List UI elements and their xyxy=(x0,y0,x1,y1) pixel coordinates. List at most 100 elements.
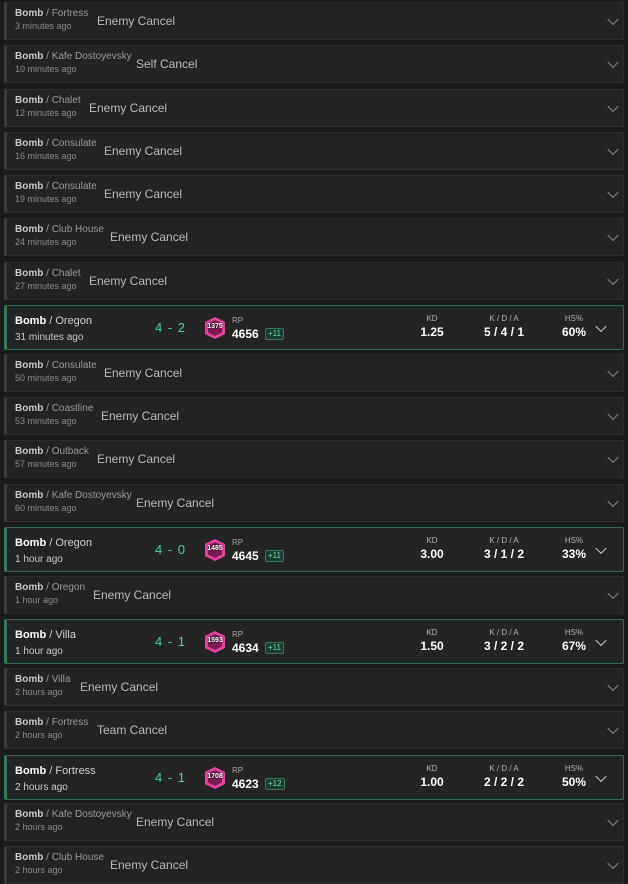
chevron-down-icon[interactable] xyxy=(607,679,619,692)
game-mode: Bomb xyxy=(15,629,47,641)
match-info: Bomb / Club House 24 minutes ago xyxy=(15,224,104,247)
rp-delta-badge: +11 xyxy=(265,550,284,562)
game-mode: Bomb xyxy=(15,181,44,192)
hs-stat: HS% 67% xyxy=(554,628,594,653)
match-row-cancelled[interactable]: Bomb / Club House 2 hours ago Enemy Cancel xyxy=(4,846,624,884)
match-row-cancelled[interactable]: Bomb / Fortress 2 hours ago Team Cancel xyxy=(4,711,624,749)
match-info: Bomb / Kafe Dostoyevsky 10 minutes ago xyxy=(15,51,132,74)
match-row-cancelled[interactable]: Bomb / Kafe Dostoyevsky 2 hours ago Enemy … xyxy=(4,803,624,841)
match-mode-map: Bomb / Outback xyxy=(15,446,89,457)
chevron-down-icon[interactable] xyxy=(607,273,619,286)
match-status: Enemy Cancel xyxy=(101,409,180,423)
rank-emblem-icon: 1485 xyxy=(204,538,226,562)
match-row-cancelled[interactable]: Bomb / Kafe Dostoyevsky 60 minutes ago Ene… xyxy=(4,484,624,522)
match-row-win[interactable]: Bomb / Oregon 1 hour ago 4 - 0 1485 RP 4645 +1… xyxy=(4,527,624,572)
match-mode-map: Bomb / Villa xyxy=(15,674,70,685)
map-name: Oregon xyxy=(55,537,93,549)
chevron-down-icon[interactable] xyxy=(607,13,619,26)
match-row-cancelled[interactable]: Bomb / Consulate 19 minutes ago Enemy Canc… xyxy=(4,175,624,213)
match-row-win[interactable]: Bomb / Oregon 31 minutes ago 4 - 2 1375 RP 46… xyxy=(4,305,624,350)
match-row-cancelled[interactable]: Bomb / Fortress 3 minutes ago Enemy Cancel xyxy=(4,2,624,40)
match-row-cancelled[interactable]: Bomb / Chalet 12 minutes ago Enemy Cancel xyxy=(4,89,624,127)
rank-badge-number: 1708 xyxy=(207,773,223,780)
match-mode-map: Bomb / Consulate xyxy=(15,181,97,192)
chevron-down-icon[interactable] xyxy=(595,320,607,332)
kda-stat-label: K / D / A xyxy=(489,764,519,773)
match-info: Bomb / Oregon 1 hour ago xyxy=(15,537,92,565)
map-name: Chalet xyxy=(51,268,81,279)
match-info: Bomb / Oregon 31 minutes ago xyxy=(15,315,92,343)
hs-stat: HS% 60% xyxy=(554,314,594,339)
match-row-cancelled[interactable]: Bomb / Chalet 27 minutes ago Enemy Cancel xyxy=(4,262,624,300)
chevron-down-icon[interactable] xyxy=(607,229,619,242)
match-row-cancelled[interactable]: Bomb / Consulate 50 minutes ago Enemy Canc… xyxy=(4,354,624,392)
match-row-cancelled[interactable]: Bomb / Kafe Dostoyevsky 10 minutes ago Sel… xyxy=(4,45,624,83)
rp-delta-badge: +12 xyxy=(265,778,285,790)
kda-stat-value: 2 / 2 / 2 xyxy=(483,775,525,789)
match-time: 1 hour ago xyxy=(15,646,63,657)
chevron-down-icon[interactable] xyxy=(595,634,607,646)
match-row-cancelled[interactable]: Bomb / Outback 57 minutes ago Enemy Cancel xyxy=(4,440,624,478)
match-row-cancelled[interactable]: Bomb / Consulate 16 minutes ago Enemy Canc… xyxy=(4,132,624,170)
hs-stat-label: HS% xyxy=(564,536,584,545)
map-name: Consulate xyxy=(51,181,97,192)
match-status: Enemy Cancel xyxy=(136,815,215,829)
map-name: Consulate xyxy=(51,138,97,149)
match-row-cancelled[interactable]: Bomb / Coastline 53 minutes ago Enemy Canc… xyxy=(4,397,624,435)
match-mode-map: Bomb / Kafe Dostoyevsky xyxy=(15,809,132,820)
match-mode-map: Bomb / Club House xyxy=(15,224,104,235)
match-mode-map: Bomb / Consulate xyxy=(15,138,97,149)
chevron-down-icon[interactable] xyxy=(595,770,607,782)
match-row-cancelled[interactable]: Bomb / Club House 24 minutes ago Enemy Can… xyxy=(4,218,624,256)
map-name: Villa xyxy=(51,674,71,685)
match-row-win[interactable]: Bomb / Villa 1 hour ago 4 - 1 1593 RP 4634 +11… xyxy=(4,619,624,664)
match-time: 12 minutes ago xyxy=(15,108,77,118)
game-mode: Bomb xyxy=(15,360,44,371)
match-info: Bomb / Kafe Dostoyevsky 2 hours ago xyxy=(15,809,132,832)
chevron-down-icon[interactable] xyxy=(607,143,619,156)
chevron-down-icon[interactable] xyxy=(607,365,619,378)
match-score: 4 - 1 xyxy=(155,770,187,785)
match-mode-map: Bomb / Kafe Dostoyevsky xyxy=(15,51,132,62)
chevron-down-icon[interactable] xyxy=(607,451,619,464)
kda-stat-label: K / D / A xyxy=(489,314,519,323)
chevron-down-icon[interactable] xyxy=(607,814,619,827)
chevron-down-icon[interactable] xyxy=(607,495,619,508)
match-time: 50 minutes ago xyxy=(15,373,77,383)
match-status: Team Cancel xyxy=(97,723,168,737)
chevron-down-icon[interactable] xyxy=(607,186,619,199)
match-status: Enemy Cancel xyxy=(104,144,183,158)
match-info: Bomb / Oregon 1 hour ago xyxy=(15,582,85,605)
chevron-down-icon[interactable] xyxy=(607,100,619,113)
rp-value: 4645 xyxy=(232,549,259,563)
match-status: Self Cancel xyxy=(136,57,198,71)
match-info: Bomb / Consulate 19 minutes ago xyxy=(15,181,97,204)
rank-emblem-icon: 1375 xyxy=(204,316,226,340)
match-time: 24 minutes ago xyxy=(15,237,77,247)
game-mode: Bomb xyxy=(15,8,44,19)
map-separator: / xyxy=(43,360,52,371)
chevron-down-icon[interactable] xyxy=(607,56,619,69)
match-row-cancelled[interactable]: Bomb / Villa 2 hours ago Enemy Cancel xyxy=(4,668,624,706)
map-name: Kafe Dostoyevsky xyxy=(51,51,132,62)
map-separator: / xyxy=(43,852,52,863)
kd-stat-label: KD xyxy=(426,628,438,637)
rank-badge-number: 1485 xyxy=(207,545,223,552)
map-name: Outback xyxy=(51,446,89,457)
chevron-down-icon[interactable] xyxy=(607,722,619,735)
match-row-win[interactable]: Bomb / Fortress 2 hours ago 4 - 1 1708 RP 462… xyxy=(4,755,624,800)
chevron-down-icon[interactable] xyxy=(607,857,619,870)
match-time: 1 hour ago xyxy=(15,554,63,565)
match-mode-map: Bomb / Oregon xyxy=(15,315,92,327)
map-name: Fortress xyxy=(51,8,89,19)
map-separator: / xyxy=(46,315,56,327)
rp-label: RP xyxy=(232,538,244,547)
match-score: 4 - 1 xyxy=(155,634,187,649)
chevron-down-icon[interactable] xyxy=(607,408,619,421)
match-row-cancelled[interactable]: Bomb / Oregon 1 hour ago Enemy Cancel xyxy=(4,576,624,614)
chevron-down-icon[interactable] xyxy=(595,542,607,554)
chevron-down-icon[interactable] xyxy=(607,587,619,600)
map-separator: / xyxy=(43,582,52,593)
match-time: 53 minutes ago xyxy=(15,416,77,426)
match-time: 19 minutes ago xyxy=(15,194,77,204)
